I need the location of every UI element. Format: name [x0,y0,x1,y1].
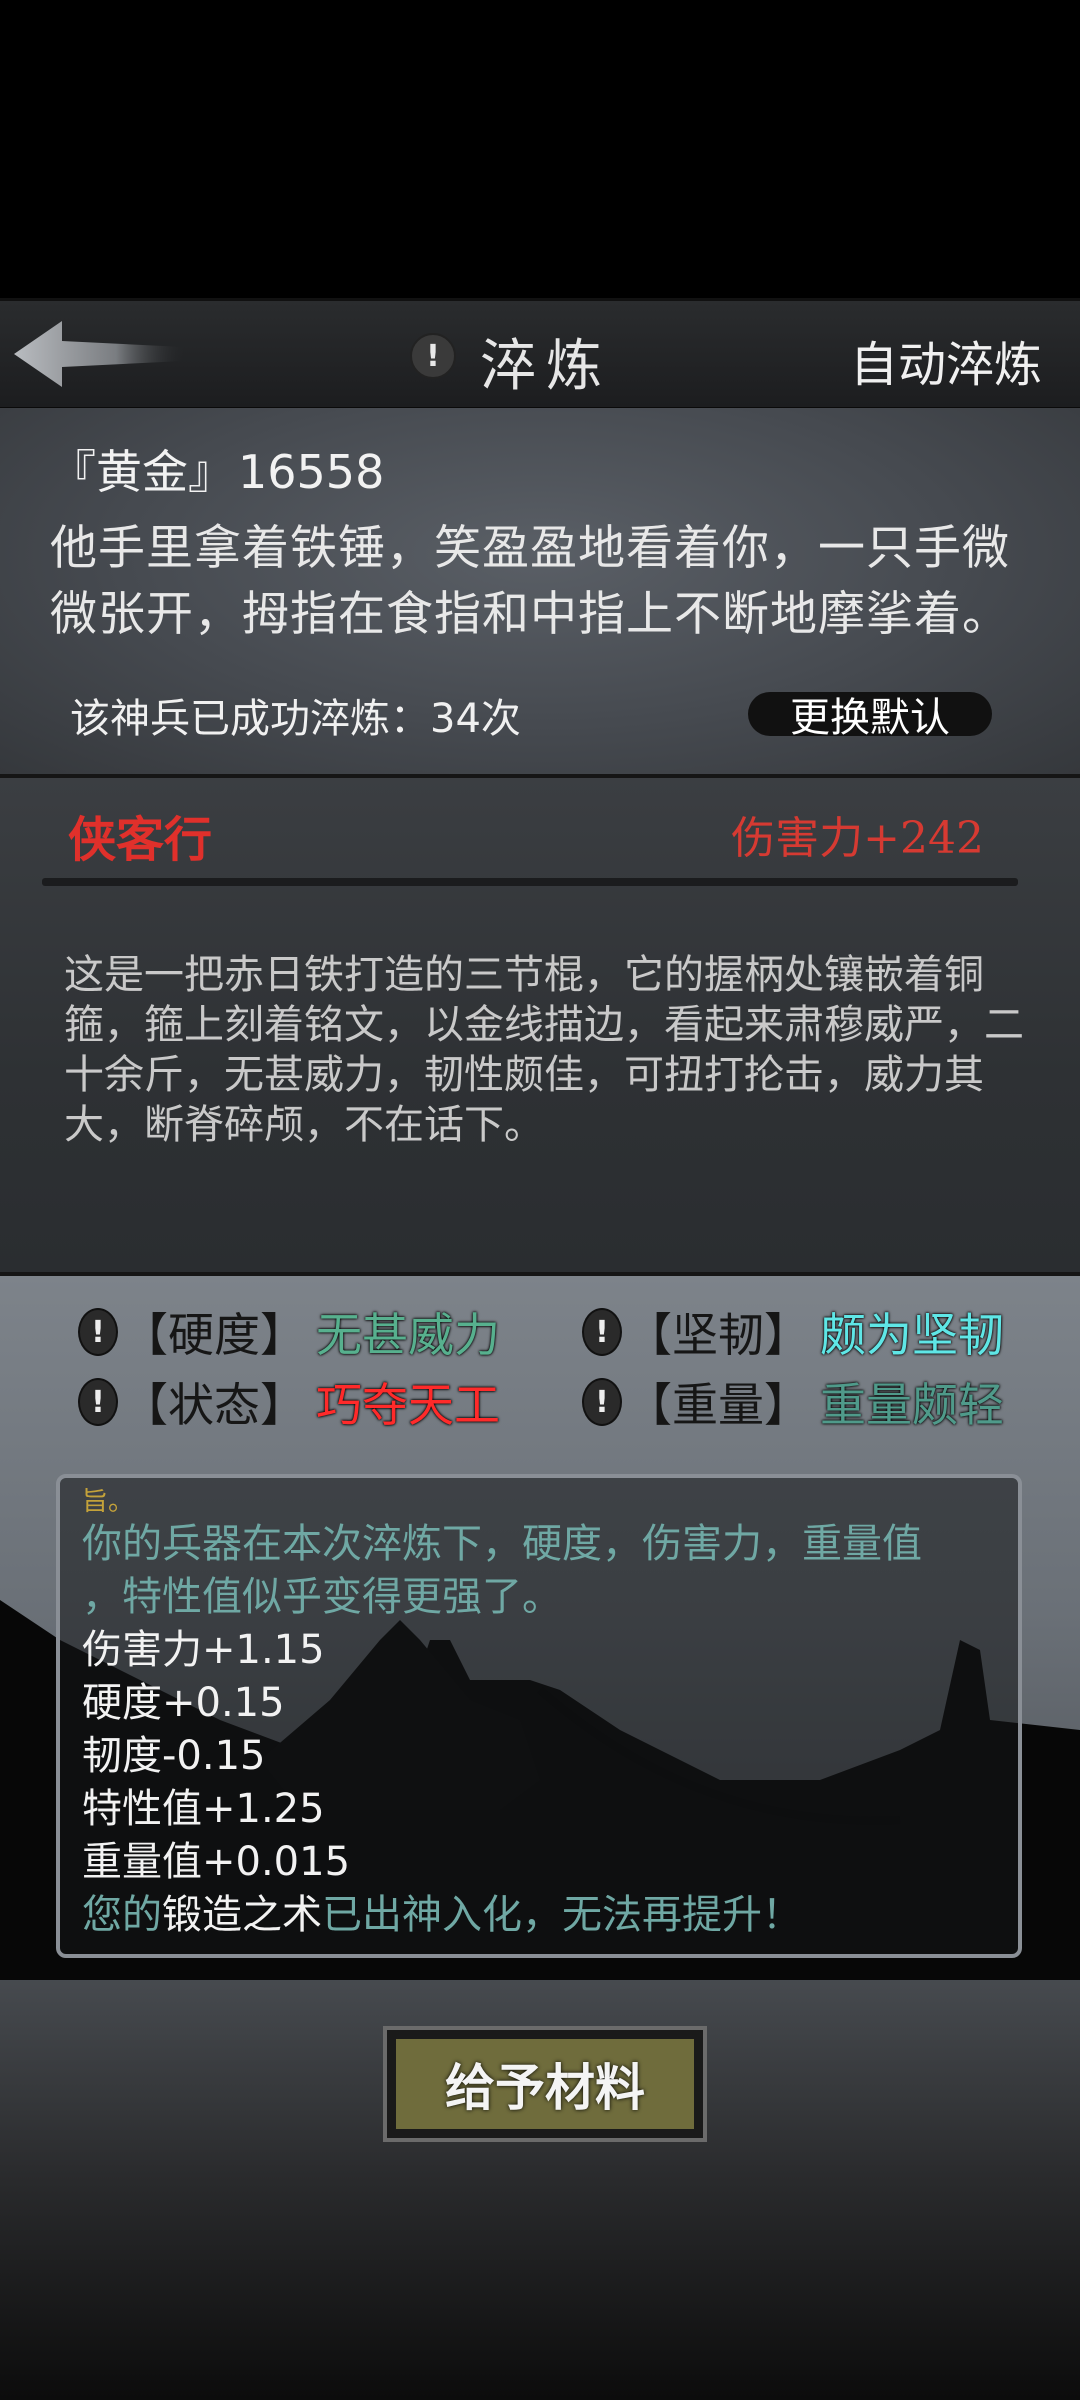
auto-refine-button[interactable]: 自动淬炼 [850,325,1042,395]
log-change-hardness: 硬度+0.15 [82,1680,285,1726]
switch-default-button[interactable]: 更换默认 [748,692,992,741]
refine-count: 该神兵已成功淬炼：34次 [70,696,521,742]
log-final-prefix: 您的 [82,1892,162,1938]
attr-label: 【重量】 [626,1378,810,1432]
attr-label: 【硬度】 [122,1308,306,1362]
weapon-name: 侠客行 [68,812,213,868]
log-summary: ，特性值似乎变得更强了。 [82,1574,562,1620]
log-final-skill: 锻造之术 [162,1892,322,1938]
attr-weight[interactable]: ! 【重量】 重量颇轻 [582,1374,1004,1432]
log-change-damage: 伤害力+1.15 [82,1627,325,1673]
log-head: 旨。 [82,1487,135,1517]
give-materials-button[interactable]: 给予材料 [383,2026,707,2142]
attr-label: 【坚韧】 [626,1308,810,1362]
attr-value: 巧夺天工 [316,1378,500,1432]
log-final-message: 您的锻造之术已出神入化，无法再提升！ [82,1889,996,1942]
alert-icon: ! [78,1308,118,1356]
log-change-toughness: 韧度-0.15 [82,1733,266,1779]
give-materials-label: 给予材料 [393,2036,697,2132]
refine-log-box: 旨。 你的兵器在本次淬炼下，硬度，伤害力，重量值 ，特性值似乎变得更强了。 伤害… [56,1474,1022,1958]
page-title: 淬炼 [480,334,612,399]
log-change-trait: 特性值+1.25 [82,1786,325,1832]
item-info-panel: 『黄金』16558 他手里拿着铁锤，笑盈盈地看着你，一只手微微张开，拇指在食指和… [0,408,1080,778]
log-change-weight: 重量值+0.015 [82,1839,351,1885]
weapon-panel: 侠客行 伤害力+242 这是一把赤日铁打造的三节棍，它的握柄处镶嵌着铜箍，箍上刻… [0,778,1080,1276]
item-number: 16558 [238,445,385,499]
log-final-suffix: 已出神入化，无法再提升！ [322,1892,802,1938]
log-summary: 你的兵器在本次淬炼下，硬度，伤害力，重量值 [82,1521,922,1567]
alert-icon: ! [582,1378,622,1426]
attr-hardness[interactable]: ! 【硬度】 无甚威力 [78,1304,500,1362]
attr-label: 【状态】 [122,1378,306,1432]
back-arrow-icon[interactable] [14,319,184,389]
top-blank-area [0,0,1080,298]
attr-value: 无甚威力 [316,1308,500,1362]
alert-icon: ! [78,1378,118,1426]
attr-toughness[interactable]: ! 【坚韧】 颇为坚韧 [582,1304,1004,1362]
attr-value: 颇为坚韧 [820,1308,1004,1362]
item-description: 他手里拿着铁锤，笑盈盈地看着你，一只手微微张开，拇指在食指和中指上不断地摩挲着。 [50,521,1010,642]
divider [42,878,1018,886]
item-title: 『黄金』16558 [50,436,384,502]
item-name: 『黄金』 [50,445,234,499]
attr-state[interactable]: ! 【状态】 巧夺天工 [78,1374,500,1432]
attr-value: 重量颇轻 [820,1378,1004,1432]
weapon-description: 这是一把赤日铁打造的三节棍，它的握柄处镶嵌着铜箍，箍上刻着铭文，以金线描边，看起… [64,952,1024,1148]
weapon-damage: 伤害力+242 [731,813,984,864]
alert-icon[interactable]: ! [410,333,456,379]
header-bar: ! 淬炼 自动淬炼 [0,298,1080,411]
alert-icon: ! [582,1308,622,1356]
